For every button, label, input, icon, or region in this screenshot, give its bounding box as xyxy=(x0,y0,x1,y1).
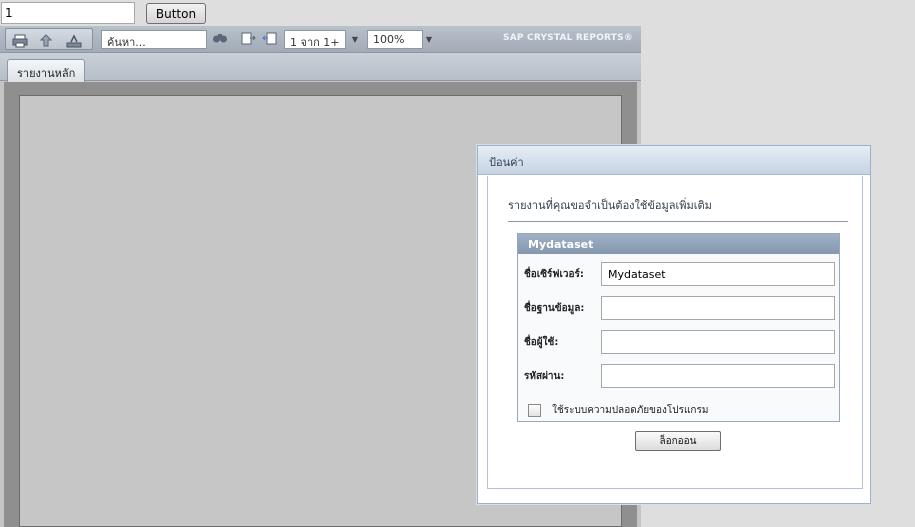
export-icon[interactable] xyxy=(38,33,54,48)
password-label: รหัสผ่าน: xyxy=(524,371,565,382)
toolbar-group-export xyxy=(5,28,93,50)
prompt-text: รายงานที่คุณขอจำเป็นต้องใช้ข้อมูลเพิ่มเต… xyxy=(508,199,712,212)
print-icon[interactable] xyxy=(12,33,28,48)
viewer-toolbar: ค้นหา... 1 จาก 1+ ▼ 100% ▼ SAP CRYSTAL R… xyxy=(0,26,641,53)
first-page-icon[interactable] xyxy=(240,30,256,45)
password-row: รหัสผ่าน: xyxy=(518,364,839,388)
integrated-security-row[interactable]: ใช้ระบบความปลอดภัยของโปรแกรม xyxy=(528,400,709,417)
top-button[interactable]: Button xyxy=(146,3,206,24)
username-label: ชื่อผู้ใช้: xyxy=(524,337,559,348)
tab-main-report[interactable]: รายงานหลัก xyxy=(7,59,86,82)
database-name-field[interactable] xyxy=(601,296,835,320)
username-field[interactable] xyxy=(601,330,835,354)
tab-strip: รายงานหลัก xyxy=(0,53,641,82)
password-field[interactable] xyxy=(601,364,835,388)
enter-values-dialog: ป้อนค่า รายงานที่คุณขอจำเป็นต้องใช้ข้อมู… xyxy=(477,145,871,504)
previous-page-icon[interactable] xyxy=(262,30,278,45)
integrated-security-checkbox[interactable] xyxy=(528,404,541,417)
datasource-title: Mydataset xyxy=(518,234,839,254)
find-icon[interactable] xyxy=(212,30,228,45)
server-name-label: ชื่อเซิร์ฟเวอร์: xyxy=(524,269,584,280)
database-name-row: ชื่อฐานข้อมูล: xyxy=(518,296,839,320)
dialog-body: รายงานที่คุณขอจำเป็นต้องใช้ข้อมูลเพิ่มเต… xyxy=(487,176,863,489)
zoom-field[interactable]: 100% xyxy=(367,30,423,49)
chevron-down-icon[interactable]: ▼ xyxy=(422,30,436,49)
page-number-field[interactable]: 1 จาก 1+ xyxy=(284,30,346,49)
dialog-title: ป้อนค่า xyxy=(478,146,870,175)
datasource-group: Mydataset ชื่อเซิร์ฟเวอร์: ชื่อฐานข้อมูล… xyxy=(517,233,840,422)
server-name-row: ชื่อเซิร์ฟเวอร์: xyxy=(518,262,839,286)
integrated-security-label: ใช้ระบบความปลอดภัยของโปรแกรม xyxy=(552,405,709,416)
server-name-field[interactable] xyxy=(601,262,835,286)
database-name-label: ชื่อฐานข้อมูล: xyxy=(524,303,585,314)
search-input[interactable]: ค้นหา... xyxy=(101,30,207,49)
top-input[interactable] xyxy=(1,2,135,24)
chevron-down-icon[interactable]: ▼ xyxy=(348,30,362,49)
prompt-divider xyxy=(508,221,848,222)
login-button[interactable]: ล็อกออน xyxy=(635,431,721,451)
brand-label: SAP CRYSTAL REPORTS® xyxy=(503,33,633,43)
username-row: ชื่อผู้ใช้: xyxy=(518,330,839,354)
toggle-tree-icon[interactable] xyxy=(66,33,82,48)
